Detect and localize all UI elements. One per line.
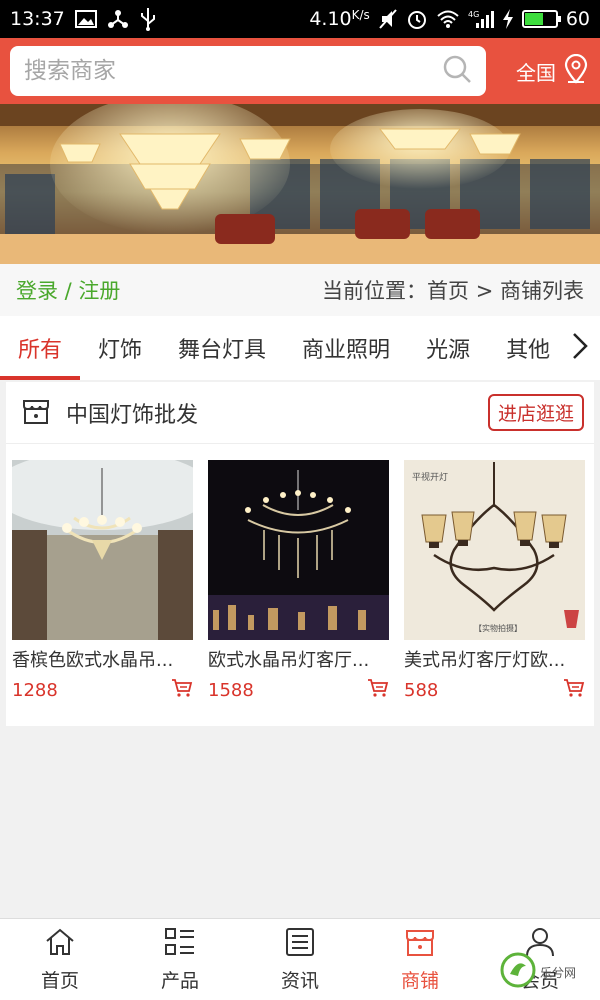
breadcrumb-bar: 登录 / 注册 当前位置：首页 > 商铺列表 bbox=[0, 264, 600, 316]
nav-label: 产品 bbox=[160, 969, 199, 992]
product-image[interactable] bbox=[208, 460, 389, 640]
battery-level: 60 bbox=[565, 8, 590, 30]
nav-label: 资讯 bbox=[280, 969, 319, 992]
product-image[interactable]: 平视开灯 【实物拍摄】 bbox=[404, 460, 585, 640]
product-name[interactable]: 美式吊灯客厅灯欧... bbox=[404, 646, 585, 672]
search-icon[interactable] bbox=[442, 54, 472, 88]
shop-icon bbox=[404, 927, 436, 962]
cart-icon[interactable] bbox=[367, 678, 389, 702]
region-selector[interactable]: 全国 bbox=[516, 53, 590, 89]
image-icon bbox=[74, 7, 97, 31]
signal-4g-icon: 4G bbox=[468, 7, 494, 31]
status-time: 13:37 bbox=[10, 8, 65, 30]
nav-news[interactable]: 资讯 bbox=[240, 919, 360, 1000]
nav-products[interactable]: 产品 bbox=[120, 919, 240, 1000]
visit-shop-button[interactable]: 进店逛逛 bbox=[487, 394, 584, 431]
home-icon bbox=[44, 927, 76, 962]
image-caption-bottom: 【实物拍摄】 bbox=[474, 624, 522, 633]
cart-icon[interactable] bbox=[563, 678, 585, 702]
image-caption-top: 平视开灯 bbox=[412, 473, 449, 483]
watermark-text: 乐兮网 bbox=[540, 965, 577, 980]
share-icon bbox=[107, 7, 129, 31]
news-icon bbox=[284, 927, 316, 962]
tab-all[interactable]: 所有 bbox=[0, 316, 81, 380]
watermark-logo-icon bbox=[500, 952, 536, 992]
product-list: 香槟色欧式水晶吊... 1288 欧式水晶吊灯客厅... 1588 平视开灯 【… bbox=[6, 460, 594, 702]
status-bar: 13:37 4.10K/s 4G 60 bbox=[0, 0, 600, 38]
tab-commercial-lighting[interactable]: 商业照明 bbox=[284, 316, 408, 380]
search-bar[interactable] bbox=[10, 46, 486, 96]
shop-name[interactable]: 中国灯饰批发 bbox=[66, 397, 198, 429]
category-tabs: 所有 灯饰 舞台灯具 商业照明 光源 其他 bbox=[0, 316, 600, 380]
tab-lighting-decor[interactable]: 灯饰 bbox=[80, 316, 160, 380]
product-card[interactable]: 欧式水晶吊灯客厅... 1588 bbox=[208, 460, 398, 702]
banner-image[interactable] bbox=[0, 104, 600, 264]
wifi-icon bbox=[436, 7, 460, 31]
svg-text:4G: 4G bbox=[468, 10, 479, 19]
product-card[interactable]: 平视开灯 【实物拍摄】 美式吊灯客厅灯欧... 588 bbox=[404, 460, 594, 702]
charging-icon bbox=[502, 7, 514, 31]
alarm-icon bbox=[406, 7, 428, 31]
product-price: 588 bbox=[404, 679, 439, 701]
battery-icon bbox=[521, 10, 561, 28]
nav-label: 商铺 bbox=[400, 969, 439, 992]
product-name[interactable]: 香槟色欧式水晶吊... bbox=[12, 646, 193, 672]
search-input[interactable] bbox=[24, 58, 442, 84]
product-price: 1588 bbox=[208, 679, 254, 701]
tab-stage-lighting[interactable]: 舞台灯具 bbox=[160, 316, 284, 380]
location-pin-icon bbox=[562, 53, 590, 89]
bottom-nav: 首页 产品 资讯 商铺 会员 乐兮网 bbox=[0, 918, 600, 1000]
cart-icon[interactable] bbox=[171, 678, 193, 702]
network-speed: 4.10K/s bbox=[309, 8, 370, 30]
nav-home[interactable]: 首页 bbox=[0, 919, 120, 1000]
tab-light-source[interactable]: 光源 bbox=[408, 316, 488, 380]
breadcrumb: 当前位置：首页 > 商铺列表 bbox=[322, 279, 584, 303]
login-register-link[interactable]: 登录 / 注册 bbox=[16, 275, 120, 305]
product-price: 1288 bbox=[12, 679, 58, 701]
store-icon bbox=[20, 395, 52, 431]
grid-list-icon bbox=[164, 927, 196, 962]
product-card[interactable]: 香槟色欧式水晶吊... 1288 bbox=[12, 460, 202, 702]
product-image[interactable] bbox=[12, 460, 193, 640]
nav-shops[interactable]: 商铺 bbox=[360, 919, 480, 1000]
product-name[interactable]: 欧式水晶吊灯客厅... bbox=[208, 646, 389, 672]
tab-other[interactable]: 其他 bbox=[488, 316, 568, 380]
shop-header: 中国灯饰批发 进店逛逛 bbox=[6, 382, 594, 444]
mute-icon bbox=[378, 7, 398, 31]
region-label: 全国 bbox=[516, 60, 556, 85]
watermark: 乐兮网 bbox=[500, 948, 596, 996]
tabs-scroll-right[interactable] bbox=[560, 316, 600, 380]
nav-label: 首页 bbox=[40, 969, 79, 992]
chevron-right-icon bbox=[571, 331, 589, 365]
usb-icon bbox=[139, 7, 157, 31]
shop-card: 中国灯饰批发 进店逛逛 香槟色欧式水晶吊... 1288 欧式水晶吊灯客厅...… bbox=[6, 382, 594, 726]
top-header: 全国 bbox=[0, 38, 600, 104]
